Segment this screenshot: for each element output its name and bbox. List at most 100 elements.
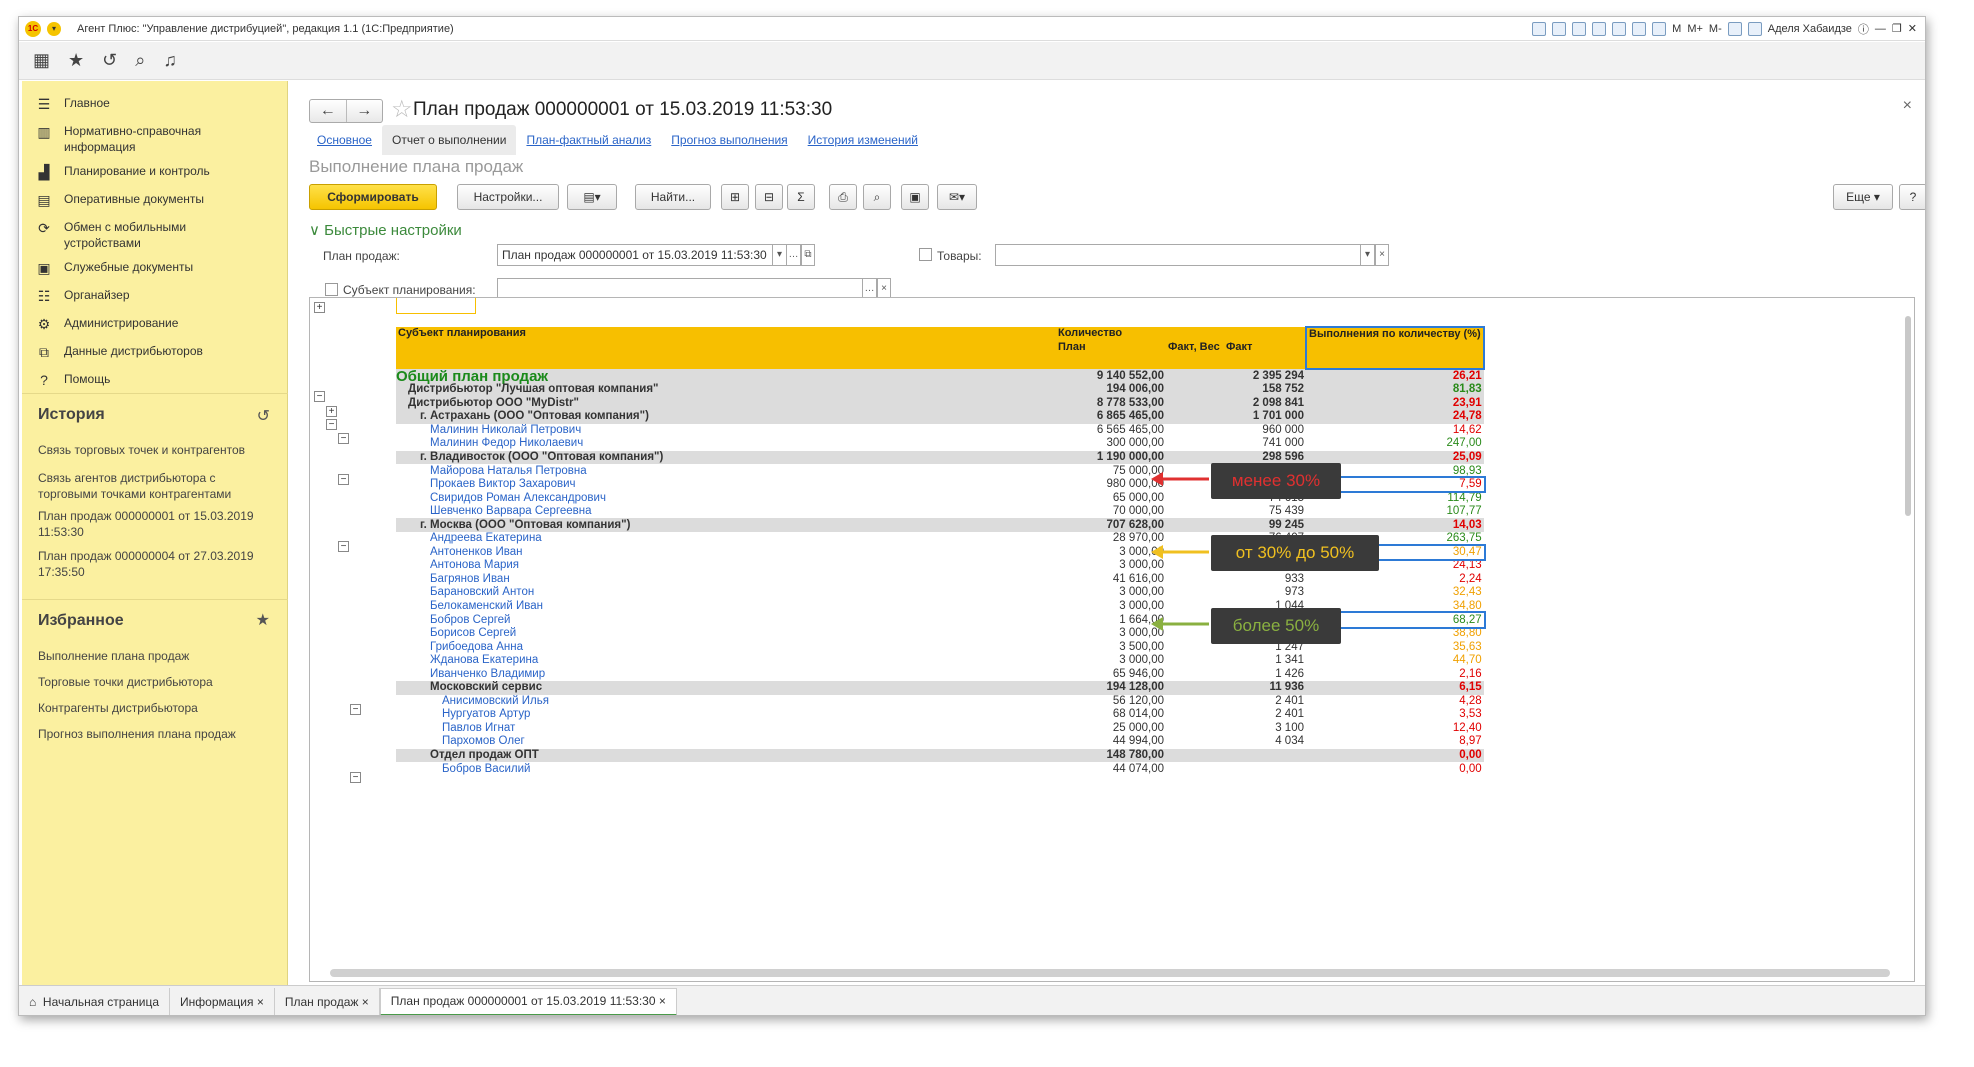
cell-fact-weight[interactable]: [1166, 437, 1224, 451]
collapse-subgroup-icon[interactable]: −: [350, 704, 361, 715]
cell-percent[interactable]: 107,77: [1306, 505, 1484, 519]
table-row[interactable]: г. Москва (ООО "Оптовая компания") 707 62…: [396, 518, 1484, 533]
table-row[interactable]: Пархомов Олег 44 994,00 4 034 8,97: [396, 735, 1484, 749]
table-row[interactable]: Анисимовский Илья 56 120,00 2 401 4,28: [396, 695, 1484, 709]
cell-fact[interactable]: 11 936: [1224, 681, 1306, 695]
cell-percent[interactable]: 32,43: [1306, 586, 1484, 600]
table-row[interactable]: Дистрибьютор "Лучшая оптовая компания" 19…: [396, 383, 1484, 397]
plan-open-icon[interactable]: ⧉: [801, 244, 815, 266]
bell-icon[interactable]: ♫: [163, 50, 177, 71]
table-row[interactable]: Багрянов Иван 41 616,00 933 2,24: [396, 573, 1484, 587]
goods-clear-icon[interactable]: ×: [1375, 244, 1389, 266]
cell-fact[interactable]: 960 000: [1224, 424, 1306, 438]
cell-plan[interactable]: 44 994,00: [1056, 735, 1166, 749]
cell-plan[interactable]: 980 000,00: [1056, 478, 1166, 492]
cell-subject[interactable]: Белокаменский Иван: [396, 600, 1056, 614]
expand-dist-icon[interactable]: +: [326, 406, 337, 417]
favorites-link[interactable]: Торговые точки дистрибьютора: [38, 674, 278, 690]
tab-sales-plan-doc[interactable]: План продаж 000000001 от 15.03.2019 11:5…: [379, 987, 677, 1015]
table-row[interactable]: Шевченко Варвара Сергеевна 70 000,00 75 43…: [396, 505, 1484, 519]
collapse-total-icon[interactable]: −: [314, 391, 325, 402]
cell-fact[interactable]: 2 401: [1224, 695, 1306, 709]
cell-fact[interactable]: [1224, 762, 1306, 776]
table-row[interactable]: Дистрибьютор ООО "MyDistr" 8 778 533,00 2 …: [396, 396, 1484, 411]
table-row[interactable]: Барановский Антон 3 000,00 973 32,43: [396, 586, 1484, 600]
memory-mminus-icon[interactable]: M-: [1709, 23, 1722, 35]
cell-subject[interactable]: г. Владивосток (ООО "Оптовая компания"): [396, 450, 1056, 465]
cell-subject[interactable]: Общий план продаж: [396, 369, 1056, 384]
tab-sales-plans[interactable]: План продаж ×: [275, 987, 380, 1015]
cell-subject[interactable]: Анисимовский Илья: [396, 695, 1056, 709]
cell-subject[interactable]: Барановский Антон: [396, 586, 1056, 600]
cell-fact-weight[interactable]: [1166, 708, 1224, 722]
cell-percent[interactable]: 14,03: [1306, 518, 1484, 533]
sum-button[interactable]: Σ: [787, 184, 815, 210]
cell-plan[interactable]: 3 000,00: [1056, 627, 1166, 641]
cell-fact-weight[interactable]: [1166, 424, 1224, 438]
cell-plan[interactable]: 68 014,00: [1056, 708, 1166, 722]
cell-fact[interactable]: 2 395 294: [1224, 369, 1306, 383]
cell-plan[interactable]: 1 664,00: [1056, 613, 1166, 627]
cell-fact-weight[interactable]: [1166, 369, 1224, 383]
cell-percent[interactable]: 23,91: [1306, 396, 1484, 411]
cell-plan[interactable]: 194 006,00: [1056, 383, 1166, 397]
print-icon[interactable]: [1552, 21, 1567, 36]
tab-home[interactable]: ⌂ Начальная страница: [19, 987, 171, 1015]
cell-fact-weight[interactable]: [1166, 654, 1224, 668]
cell-plan[interactable]: 148 780,00: [1056, 748, 1166, 763]
favorites-star-icon[interactable]: ★: [68, 50, 84, 71]
table-row[interactable]: Отдел продаж ОПТ 148 780,00 0,00: [396, 748, 1484, 763]
star-icon[interactable]: ★: [256, 610, 270, 630]
cell-subject[interactable]: Иванченко Владимир: [396, 667, 1056, 681]
cell-fact-weight[interactable]: [1166, 681, 1224, 695]
vertical-scrollbar[interactable]: [1904, 306, 1912, 976]
preview-button[interactable]: ⌕: [863, 184, 891, 210]
cell-percent[interactable]: 247,00: [1306, 437, 1484, 451]
cell-plan[interactable]: 3 000,00: [1056, 546, 1166, 560]
help-button[interactable]: ?: [1899, 184, 1925, 210]
cell-plan[interactable]: 707 628,00: [1056, 518, 1166, 533]
zoom-icon[interactable]: [1727, 21, 1742, 36]
favorite-star-icon[interactable]: ☆: [391, 95, 413, 124]
cell-fact[interactable]: 1 701 000: [1224, 410, 1306, 424]
email-button[interactable]: ✉▾: [937, 184, 977, 210]
cell-plan[interactable]: 1 190 000,00: [1056, 450, 1166, 465]
cell-subject[interactable]: г. Астрахань (ООО "Оптовая компания"): [396, 410, 1056, 424]
cell-plan[interactable]: 28 970,00: [1056, 532, 1166, 546]
sidebar-item-catalog[interactable]: ▥ Нормативно-справочная информация: [22, 123, 288, 155]
collapse-city-icon[interactable]: −: [338, 433, 349, 444]
cell-plan[interactable]: 194 128,00: [1056, 681, 1166, 695]
cell-plan[interactable]: 44 074,00: [1056, 762, 1166, 776]
goods-dropdown-icon[interactable]: ▾: [1361, 244, 1375, 266]
upload-icon[interactable]: [1592, 21, 1607, 36]
cell-plan[interactable]: 41 616,00: [1056, 573, 1166, 587]
sidebar-item-mobile-sync[interactable]: ⟳ Обмен с мобильными устройствами: [22, 219, 288, 251]
cell-fact-weight[interactable]: [1166, 667, 1224, 681]
cell-percent[interactable]: 44,70: [1306, 654, 1484, 668]
table-row[interactable]: Нургуатов Артур 68 014,00 2 401 3,53: [396, 708, 1484, 722]
cell-plan[interactable]: 3 000,00: [1056, 600, 1166, 614]
cell-plan[interactable]: 3 000,00: [1056, 559, 1166, 573]
cell-fact[interactable]: 741 000: [1224, 437, 1306, 451]
table-row[interactable]: Павлов Игнат 25 000,00 3 100 12,40: [396, 722, 1484, 736]
close-tab-icon[interactable]: ×: [362, 995, 369, 1009]
goods-field[interactable]: [995, 244, 1361, 266]
memory-mplus-icon[interactable]: M+: [1687, 23, 1703, 35]
cell-percent[interactable]: 0,00: [1306, 748, 1484, 763]
scroll-thumb[interactable]: [1905, 316, 1911, 516]
scan-icon[interactable]: [1612, 21, 1627, 36]
cell-fact-weight[interactable]: [1166, 762, 1224, 776]
cell-plan[interactable]: 3 000,00: [1056, 654, 1166, 668]
cell-percent[interactable]: 3,53: [1306, 708, 1484, 722]
report-spreadsheet[interactable]: + Субъект планирования Количество Выполн…: [309, 297, 1915, 982]
cell-plan[interactable]: 25 000,00: [1056, 722, 1166, 736]
sidebar-item-main[interactable]: ☰ Главное: [22, 95, 288, 112]
table-row[interactable]: Малинин Федор Николаевич 300 000,00 741 00…: [396, 437, 1484, 451]
cell-fact-weight[interactable]: [1166, 722, 1224, 736]
cell-fact-weight[interactable]: [1166, 410, 1224, 424]
cell-plan[interactable]: 8 778 533,00: [1056, 396, 1166, 411]
cell-plan[interactable]: 56 120,00: [1056, 695, 1166, 709]
cell-subject[interactable]: г. Москва (ООО "Оптовая компания"): [396, 518, 1056, 533]
cell-subject[interactable]: Малинин Федор Николаевич: [396, 437, 1056, 451]
horizontal-scrollbar[interactable]: [330, 969, 1890, 977]
